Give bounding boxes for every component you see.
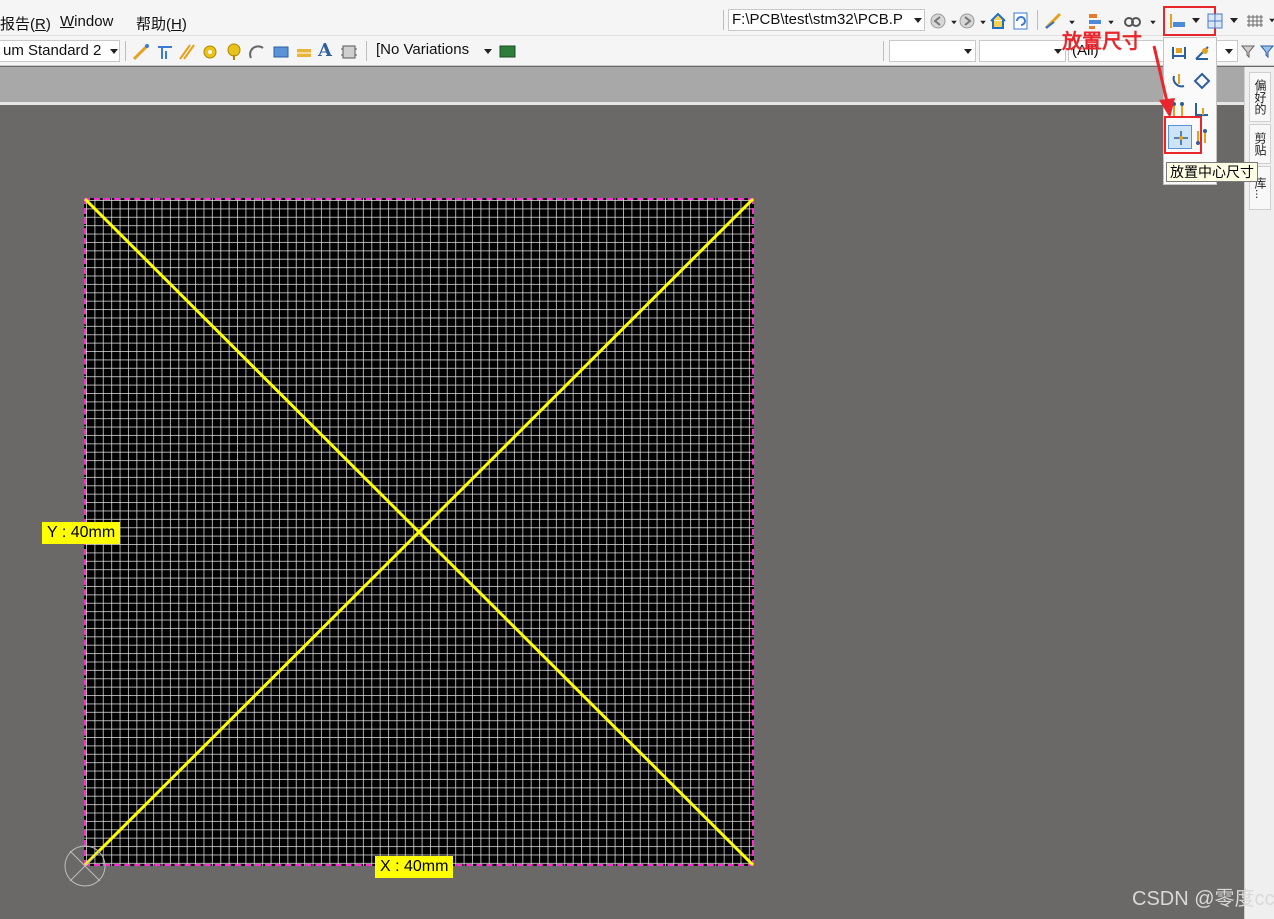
document-tab-bar (0, 67, 1244, 105)
home-icon[interactable] (989, 12, 1007, 30)
filter-icon[interactable] (1240, 43, 1256, 59)
menu-report[interactable]: 报告(R) (0, 13, 51, 34)
board-diagonals (84, 198, 754, 866)
tooltip: 放置中心尺寸 (1166, 162, 1258, 182)
x-dimension-label: X : 40mm (375, 856, 454, 878)
filter-combo-2[interactable] (979, 40, 1066, 62)
forward-icon[interactable] (958, 12, 978, 30)
separator (1037, 10, 1038, 30)
chevron-down-icon[interactable] (964, 49, 972, 54)
chevron-down-icon[interactable] (1230, 18, 1238, 23)
menu-window[interactable]: Window (60, 13, 113, 30)
polygon-pour-icon[interactable] (295, 43, 313, 61)
chevron-down-icon[interactable] (914, 18, 922, 23)
variations-combo[interactable]: [No Variations (373, 40, 495, 62)
chevron-down-icon[interactable] (951, 20, 957, 25)
route-track-icon[interactable] (132, 43, 150, 61)
back-icon[interactable] (929, 12, 949, 30)
filter-combo-1[interactable] (889, 40, 976, 62)
chevron-down-icon[interactable] (980, 20, 986, 25)
differential-pair-icon[interactable] (156, 43, 174, 61)
separator (723, 10, 724, 30)
separator (125, 41, 126, 61)
grid-icon[interactable] (1246, 12, 1264, 30)
leader-dimension-icon[interactable] (1193, 72, 1211, 90)
center-dimension-highlight (1164, 116, 1202, 154)
pad-icon[interactable] (225, 43, 243, 61)
via-icon[interactable] (202, 44, 218, 60)
y-dimension-label: Y : 40mm (42, 522, 121, 544)
component-icon[interactable] (340, 43, 358, 61)
chevron-down-icon[interactable] (1069, 20, 1075, 25)
chevron-down-icon[interactable] (1108, 20, 1114, 25)
separator (366, 41, 367, 61)
origin-marker-icon (64, 845, 106, 887)
string-icon[interactable]: A (318, 40, 332, 61)
chevron-down-icon[interactable] (1269, 18, 1274, 23)
chevron-down-icon[interactable] (1150, 20, 1156, 25)
menu-help[interactable]: 帮助(H) (136, 13, 187, 34)
document-path-combo[interactable]: F:\PCB\test\stm32\PCB.P (728, 9, 925, 31)
refresh-icon[interactable] (1012, 12, 1030, 30)
annotation-arrow (1152, 45, 1175, 118)
clear-filter-icon[interactable] (1259, 43, 1274, 59)
tab-favorites[interactable]: 偏好的 (1249, 72, 1271, 122)
layer-set-combo[interactable]: um Standard 2 (0, 40, 120, 62)
chevron-down-icon[interactable] (1192, 18, 1200, 23)
watermark: CSDN @零度cc (1132, 888, 1274, 910)
dimension-icon[interactable] (1168, 12, 1188, 30)
grid-layout-icon[interactable] (1206, 12, 1224, 30)
annotation-label: 放置尺寸 (1062, 31, 1142, 53)
chevron-down-icon[interactable] (484, 49, 492, 54)
board-view-icon[interactable] (499, 44, 517, 60)
tab-clipboard[interactable]: 剪贴 (1249, 124, 1271, 164)
interactive-routing-icon[interactable] (1044, 12, 1064, 30)
fill-icon[interactable] (272, 43, 290, 61)
arc-icon[interactable] (248, 43, 266, 61)
separator (883, 41, 884, 61)
multi-route-icon[interactable] (178, 43, 196, 61)
angular-dimension-icon[interactable] (1193, 44, 1211, 62)
chevron-down-icon[interactable] (1225, 49, 1233, 54)
chevron-down-icon[interactable] (110, 49, 118, 54)
chevron-down-icon[interactable] (1054, 49, 1062, 54)
